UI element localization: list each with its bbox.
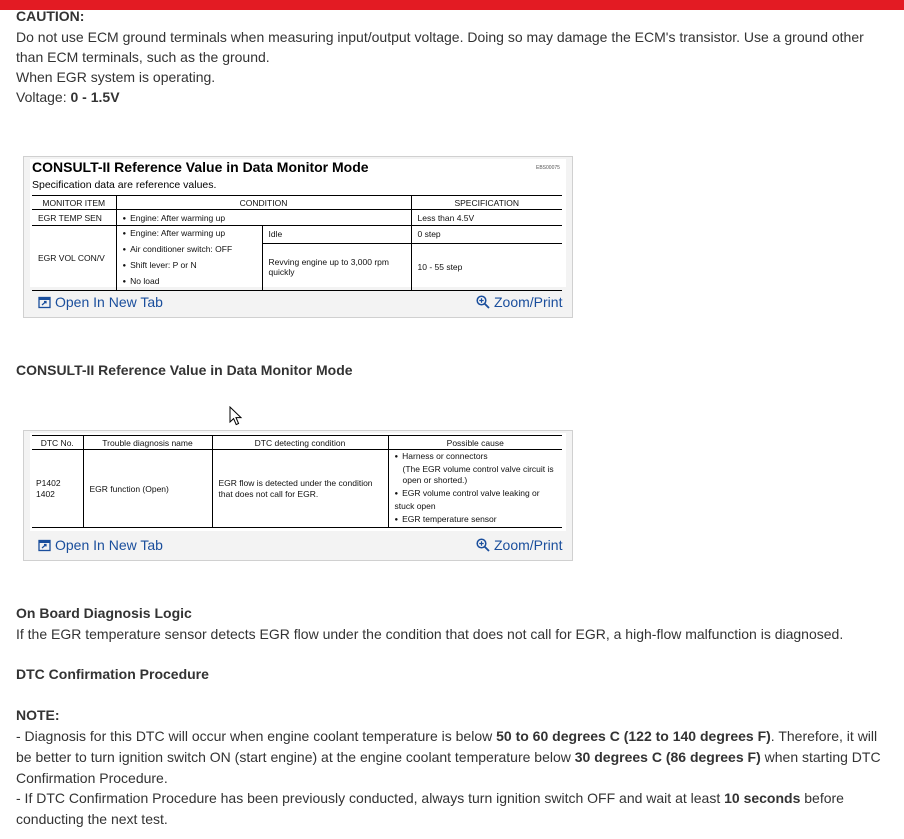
zoom-magnifier-icon xyxy=(476,538,490,552)
voltage-value: 0 - 1.5V xyxy=(70,89,120,105)
header-dtc-no: DTC No. xyxy=(32,435,83,450)
reference-value-table: MONITOR ITEM CONDITION SPECIFICATION EGR… xyxy=(32,195,562,292)
zoom-print-link[interactable]: Zoom/Print xyxy=(476,294,562,310)
row-item-egr-vol-con: EGR VOL CON/V xyxy=(32,225,116,291)
voltage-label: Voltage: xyxy=(16,89,71,105)
top-accent-bar xyxy=(0,0,904,10)
dtc-figure: DTC No. Trouble diagnosis name DTC detec… xyxy=(23,430,573,561)
reference-value-table-image: CONSULT-II Reference Value in Data Monit… xyxy=(30,159,566,292)
figure-actions: Open In New Tab Zoom/Print xyxy=(24,290,572,314)
row-spec-idle: 0 step xyxy=(410,225,562,244)
figure-title: CONSULT-II Reference Value in Data Monit… xyxy=(32,159,369,175)
row-item-egr-temp-sen: EGR TEMP SEN xyxy=(32,209,116,226)
figure-subtitle: Specification data are reference values. xyxy=(32,179,217,191)
row-sub-revving: Revving engine up to 3,000 rpm quickly xyxy=(261,243,411,292)
trouble-diagnosis-name: EGR function (Open) xyxy=(82,449,212,528)
row-conditions-list: Engine: After warming up Air conditioner… xyxy=(115,225,262,291)
caution-heading: CAUTION: xyxy=(16,8,85,24)
section-title: CONSULT-II Reference Value in Data Monit… xyxy=(16,362,353,378)
note-heading: NOTE: xyxy=(16,707,60,723)
header-condition: CONDITION xyxy=(115,195,411,210)
egr-operating-text: When EGR system is operating. xyxy=(16,69,216,85)
obd-text: If the EGR temperature sensor detects EG… xyxy=(16,626,844,642)
header-detecting-condition: DTC detecting condition xyxy=(211,435,388,450)
row-condition: Engine: After warming up xyxy=(115,209,411,226)
row-spec: Less than 4.5V xyxy=(410,209,562,226)
row-spec-revving: 10 - 55 step xyxy=(410,243,562,292)
dtc-number: P1402 1402 xyxy=(32,449,83,528)
header-trouble-name: Trouble diagnosis name xyxy=(82,435,212,450)
voltage-line: Voltage: 0 - 1.5V xyxy=(16,87,120,107)
possible-cause-list: Harness or connectors (The EGR volume co… xyxy=(387,449,562,528)
figure-code: EBS00075 xyxy=(536,165,560,171)
open-in-new-tab-link[interactable]: Open In New Tab xyxy=(38,537,163,553)
zoom-magnifier-icon xyxy=(476,295,490,309)
caution-text: Do not use ECM ground terminals when mea… xyxy=(16,29,864,65)
figure-actions: Open In New Tab Zoom/Print xyxy=(24,533,572,557)
dtc-table-image: DTC No. Trouble diagnosis name DTC detec… xyxy=(30,433,566,531)
note-paragraph-2: - If DTC Confirmation Procedure has been… xyxy=(16,790,844,827)
row-sub-idle: Idle xyxy=(261,225,411,244)
open-in-new-tab-link[interactable]: Open In New Tab xyxy=(38,294,163,310)
header-monitor-item: MONITOR ITEM xyxy=(32,195,116,210)
open-in-new-tab-icon xyxy=(38,539,51,551)
reference-value-figure: CONSULT-II Reference Value in Data Monit… xyxy=(23,156,573,318)
dtc-procedure-heading: DTC Confirmation Procedure xyxy=(16,666,209,682)
dtc-table: DTC No. Trouble diagnosis name DTC detec… xyxy=(32,435,562,528)
note-paragraph-1: - Diagnosis for this DTC will occur when… xyxy=(16,728,881,786)
detecting-condition: EGR flow is detected under the condition… xyxy=(211,449,388,528)
header-specification: SPECIFICATION xyxy=(410,195,562,210)
obd-heading: On Board Diagnosis Logic xyxy=(16,605,192,621)
header-possible-cause: Possible cause xyxy=(387,435,562,450)
zoom-print-link[interactable]: Zoom/Print xyxy=(476,537,562,553)
mouse-pointer-icon xyxy=(229,406,243,426)
open-in-new-tab-icon xyxy=(38,296,51,308)
